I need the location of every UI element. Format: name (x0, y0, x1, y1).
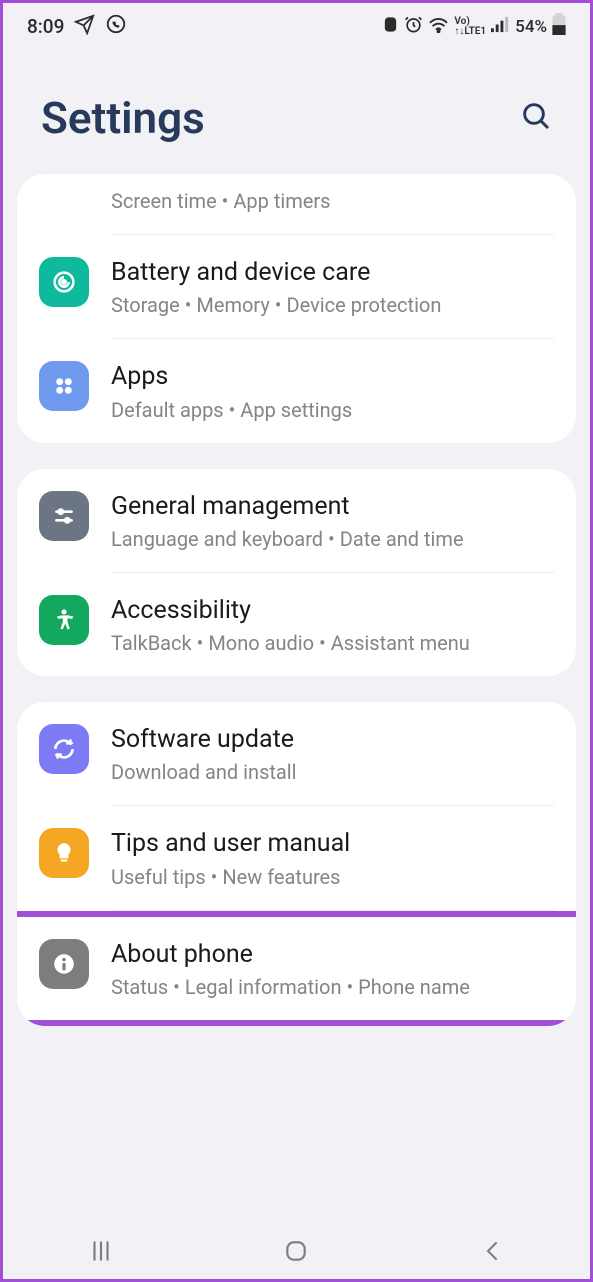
alarm-icon (404, 15, 423, 39)
status-bar: 8:09 Vo)↑↓LTE1 54% (3, 3, 590, 44)
item-subtitle: Language and keyboard • Date and time (111, 526, 554, 552)
page-title: Settings (41, 92, 205, 144)
info-icon (39, 939, 89, 989)
item-title: Battery and device care (111, 257, 554, 288)
settings-item-about-phone[interactable]: About phone Status • Legal information •… (17, 917, 576, 1020)
item-subtitle: Useful tips • New features (111, 864, 554, 890)
tips-icon (39, 828, 89, 878)
signal-icon (491, 16, 510, 38)
status-right: Vo)↑↓LTE1 54% (382, 13, 566, 40)
settings-item-apps[interactable]: Apps Default apps • App settings (17, 339, 576, 442)
settings-group: General management Language and keyboard… (17, 469, 576, 677)
item-title: About phone (111, 939, 554, 970)
notification-icon (382, 16, 399, 38)
settings-group: Software update Download and install Tip… (17, 702, 576, 1026)
update-icon (39, 724, 89, 774)
item-subtitle: Default apps • App settings (111, 397, 554, 423)
back-button[interactable] (452, 1238, 532, 1264)
item-subtitle: Status • Legal information • Phone name (111, 974, 554, 1000)
item-subtitle: Storage • Memory • Device protection (111, 292, 554, 318)
highlighted-item: About phone Status • Legal information •… (17, 911, 576, 1026)
status-left: 8:09 (27, 13, 127, 40)
recents-button[interactable] (61, 1238, 141, 1264)
wifi-icon (428, 16, 449, 38)
telegram-icon (74, 14, 95, 40)
search-button[interactable] (520, 100, 552, 136)
status-time: 8:09 (27, 15, 64, 38)
page-header: Settings (3, 44, 590, 174)
settings-item-software-update[interactable]: Software update Download and install (17, 702, 576, 805)
item-title: Tips and user manual (111, 828, 554, 859)
battery-pct: 54% (515, 17, 547, 37)
item-subtitle: Download and install (111, 759, 554, 785)
item-title: Accessibility (111, 595, 554, 626)
settings-item-tips[interactable]: Tips and user manual Useful tips • New f… (17, 806, 576, 909)
apps-icon (39, 361, 89, 411)
lte-indicator: Vo)↑↓LTE1 (454, 17, 486, 37)
item-subtitle: Screen time • App timers (111, 188, 554, 214)
whatsapp-icon (105, 13, 127, 40)
battery-icon (552, 13, 566, 40)
item-title: General management (111, 491, 554, 522)
settings-item-battery-care[interactable]: Battery and device care Storage • Memory… (17, 235, 576, 338)
settings-item-accessibility[interactable]: Accessibility TalkBack • Mono audio • As… (17, 573, 576, 676)
item-title: Software update (111, 724, 554, 755)
navigation-bar (3, 1223, 590, 1279)
settings-item-screentime[interactable]: Screen time • App timers (17, 174, 576, 234)
settings-item-general-management[interactable]: General management Language and keyboard… (17, 469, 576, 572)
item-title: Apps (111, 361, 554, 392)
settings-group: Screen time • App timers Battery and dev… (17, 174, 576, 443)
accessibility-icon (39, 595, 89, 645)
sliders-icon (39, 491, 89, 541)
item-subtitle: TalkBack • Mono audio • Assistant menu (111, 630, 554, 656)
home-button[interactable] (256, 1238, 336, 1264)
battery-care-icon (39, 257, 89, 307)
